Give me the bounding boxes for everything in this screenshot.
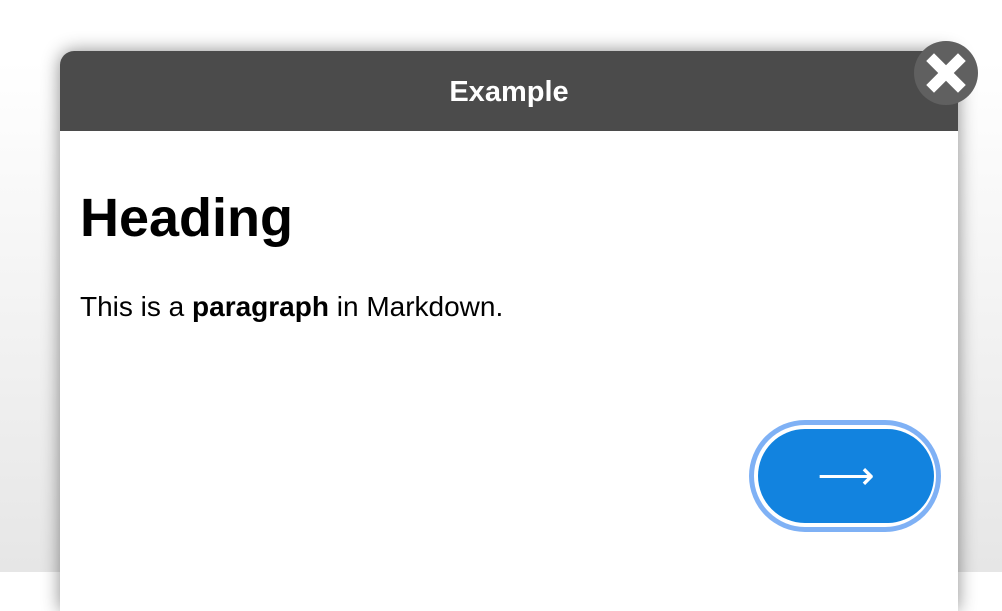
close-x-icon [926,53,966,93]
arrow-right-icon: ⟶ [758,429,934,523]
paragraph-text-end: in Markdown. [328,291,504,322]
heading: Heading [80,188,294,248]
dialog-title: Example [60,51,958,131]
close-button[interactable] [914,41,978,105]
paragraph-bold: paragraph [192,291,329,322]
paragraph-text: This is a [80,291,193,322]
paragraph: This is a paragraph in Markdown. [80,291,503,323]
next-button[interactable]: ⟶ [749,420,941,532]
dialog: Example Heading This is a paragraph in M… [60,51,958,611]
